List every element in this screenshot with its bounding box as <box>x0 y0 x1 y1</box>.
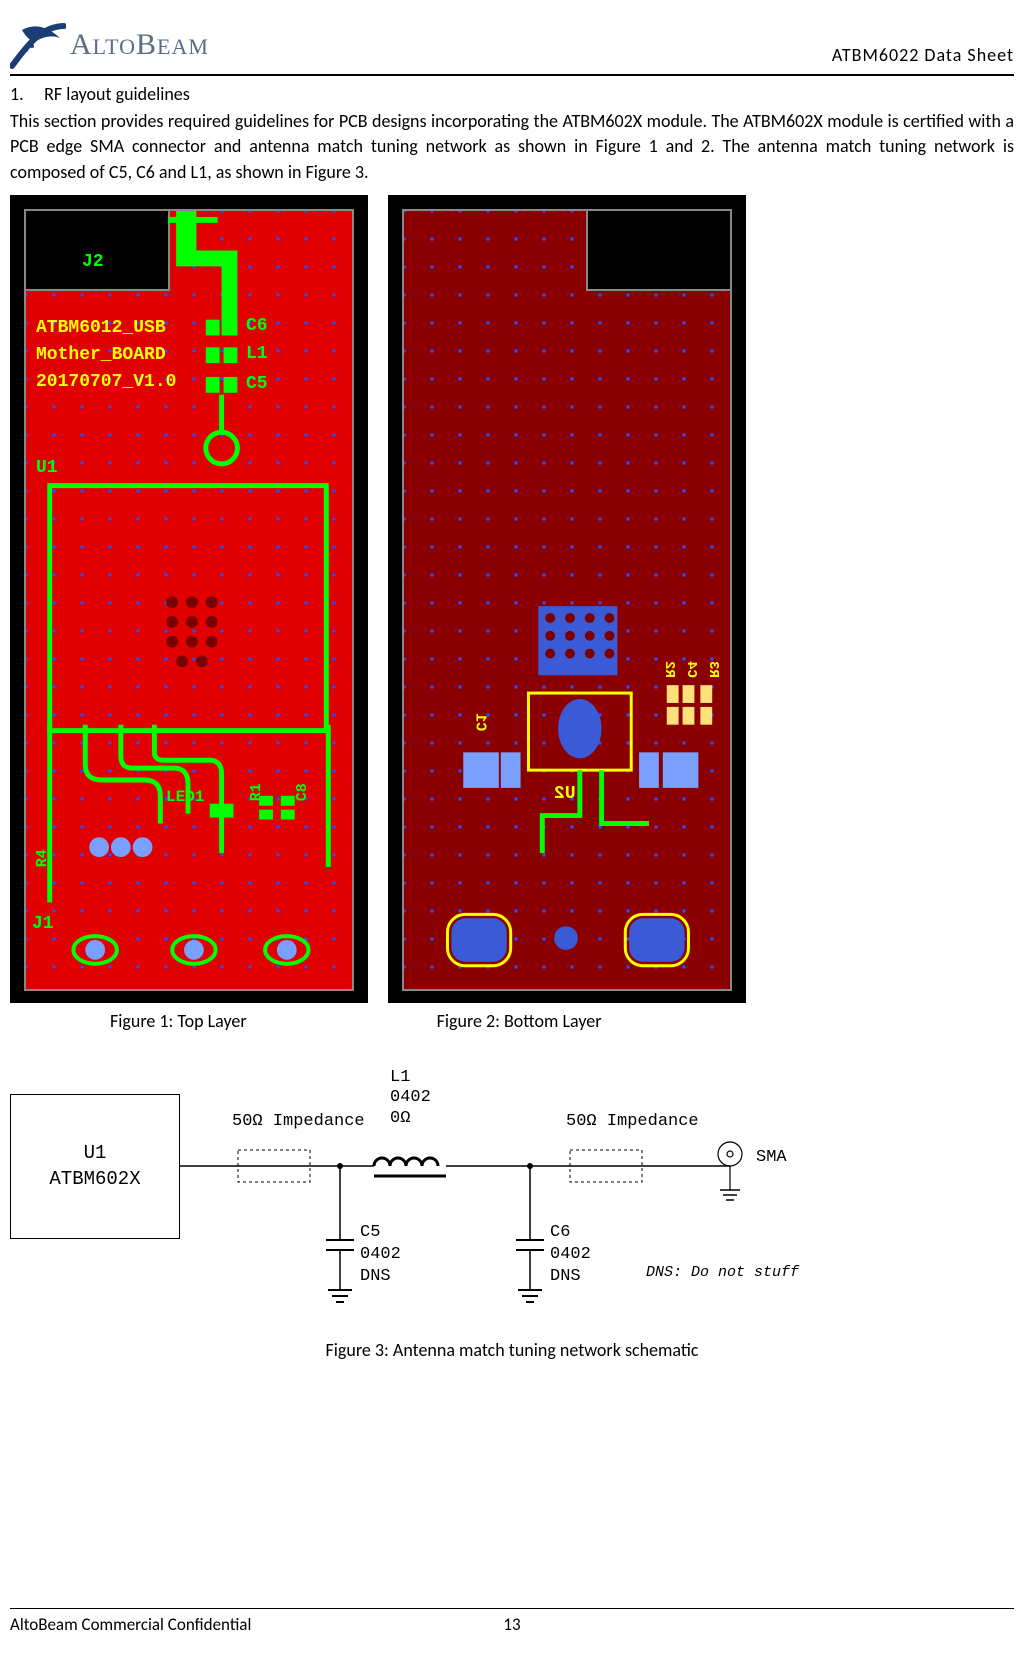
silk-board-id: ATBM6012_USB Mother_BOARD 20170707_V1.0 <box>36 315 176 396</box>
page-footer: AltoBeam Commercial Confidential 13 <box>10 1608 1014 1637</box>
figure-3-caption: Figure 3: Antenna match tuning network s… <box>10 1338 1014 1363</box>
silk-c5: C5 <box>246 371 268 398</box>
section-number: 1. <box>10 82 40 107</box>
figure-3-schematic: U1 ATBM602X <box>10 1054 810 1334</box>
silk-l1: L1 <box>246 341 268 368</box>
figure-2-pcb-bottom: U2 C1 R2 C4 R3 <box>388 195 746 1003</box>
page-number: 13 <box>503 1613 520 1637</box>
silk-r4: R4 <box>32 849 55 867</box>
l1-label: L1 0402 0Ω <box>390 1068 431 1129</box>
c6-label: C6 0402 DNS <box>550 1222 591 1288</box>
silk-c4: C4 <box>680 661 701 678</box>
silk-c1: C1 <box>468 713 491 731</box>
figure-1-pcb-top: J2 ATBM6012_USB Mother_BOARD 20170707_V1… <box>10 195 368 1003</box>
company-name: ALTOBEAM <box>70 24 209 66</box>
company-logo: ALTOBEAM <box>10 20 209 70</box>
page-header: ALTOBEAM ATBM6022 Data Sheet <box>10 20 1014 76</box>
c5-label: C5 0402 DNS <box>360 1222 401 1288</box>
impedance-right-label: 50Ω Impedance <box>566 1110 699 1134</box>
silk-u1: U1 <box>36 455 58 482</box>
section-title: RF layout guidelines <box>44 83 190 105</box>
section-paragraph: This section provides required guideline… <box>10 109 1014 185</box>
dns-note: DNS: Do not stuff <box>646 1262 799 1283</box>
silk-j2: J2 <box>82 249 104 276</box>
silk-r1: R1 <box>246 783 269 801</box>
silk-c8: C8 <box>292 783 315 801</box>
impedance-left-label: 50Ω Impedance <box>232 1110 365 1134</box>
silk-c6: C6 <box>246 313 268 340</box>
silk-led1: LED1 <box>166 785 204 809</box>
silk-u2: U2 <box>554 781 576 808</box>
figure-1-caption: Figure 1: Top Layer <box>110 1009 247 1034</box>
section-heading: 1. RF layout guidelines <box>10 82 1014 107</box>
silk-r3: R3 <box>702 661 723 678</box>
silk-j1: J1 <box>32 911 54 938</box>
figure-2-caption: Figure 2: Bottom Layer <box>437 1009 602 1034</box>
logo-swoosh-icon <box>10 20 66 70</box>
footer-confidential: AltoBeam Commercial Confidential <box>10 1613 251 1637</box>
silk-r2: R2 <box>658 661 679 678</box>
document-title: ATBM6022 Data Sheet <box>832 43 1014 70</box>
sma-label: SMA <box>756 1146 787 1170</box>
